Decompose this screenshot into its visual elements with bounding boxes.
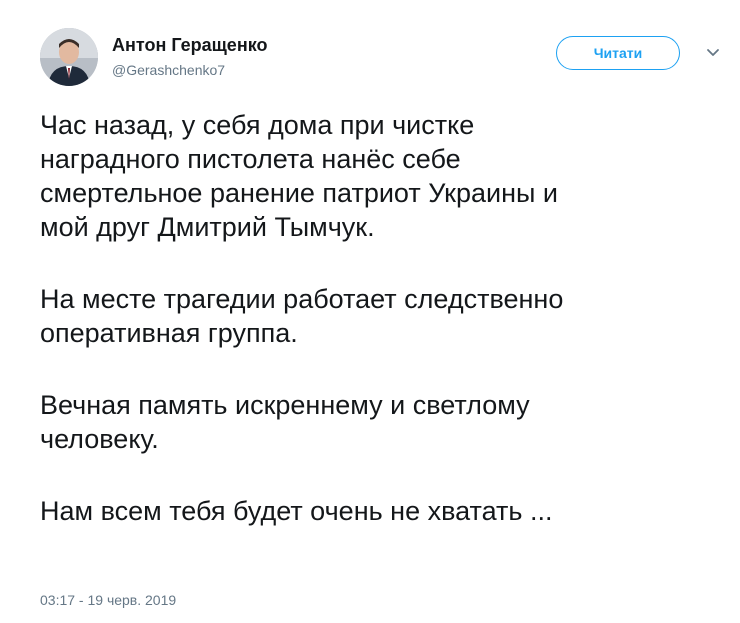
tweet-paragraph: На месте трагедии работает следственно о… <box>40 284 564 348</box>
author-names: Антон Геращенко @Gerashchenko7 <box>112 34 267 80</box>
tweet-paragraph: Нам всем тебя будет очень не хватать ... <box>40 496 553 526</box>
tweet-text: Час назад, у себя дома при чистке наград… <box>40 108 720 528</box>
tweet-paragraph: Час назад, у себя дома при чистке наград… <box>40 110 558 242</box>
tweet-header: Антон Геращенко @Gerashchenko7 Читати <box>40 28 719 92</box>
author-handle[interactable]: @Gerashchenko7 <box>112 60 267 80</box>
follow-button[interactable]: Читати <box>556 36 680 70</box>
tweet-timestamp[interactable]: 03:17 - 19 черв. 2019 <box>40 592 176 608</box>
tweet-card: Антон Геращенко @Gerashchenko7 Читати Ча… <box>0 0 740 623</box>
author-display-name[interactable]: Антон Геращенко <box>112 34 267 56</box>
avatar-photo-icon <box>40 28 98 86</box>
tweet-paragraph: Вечная память искреннему и светлому чело… <box>40 390 530 454</box>
chevron-down-icon[interactable] <box>704 44 722 62</box>
avatar[interactable] <box>40 28 98 86</box>
